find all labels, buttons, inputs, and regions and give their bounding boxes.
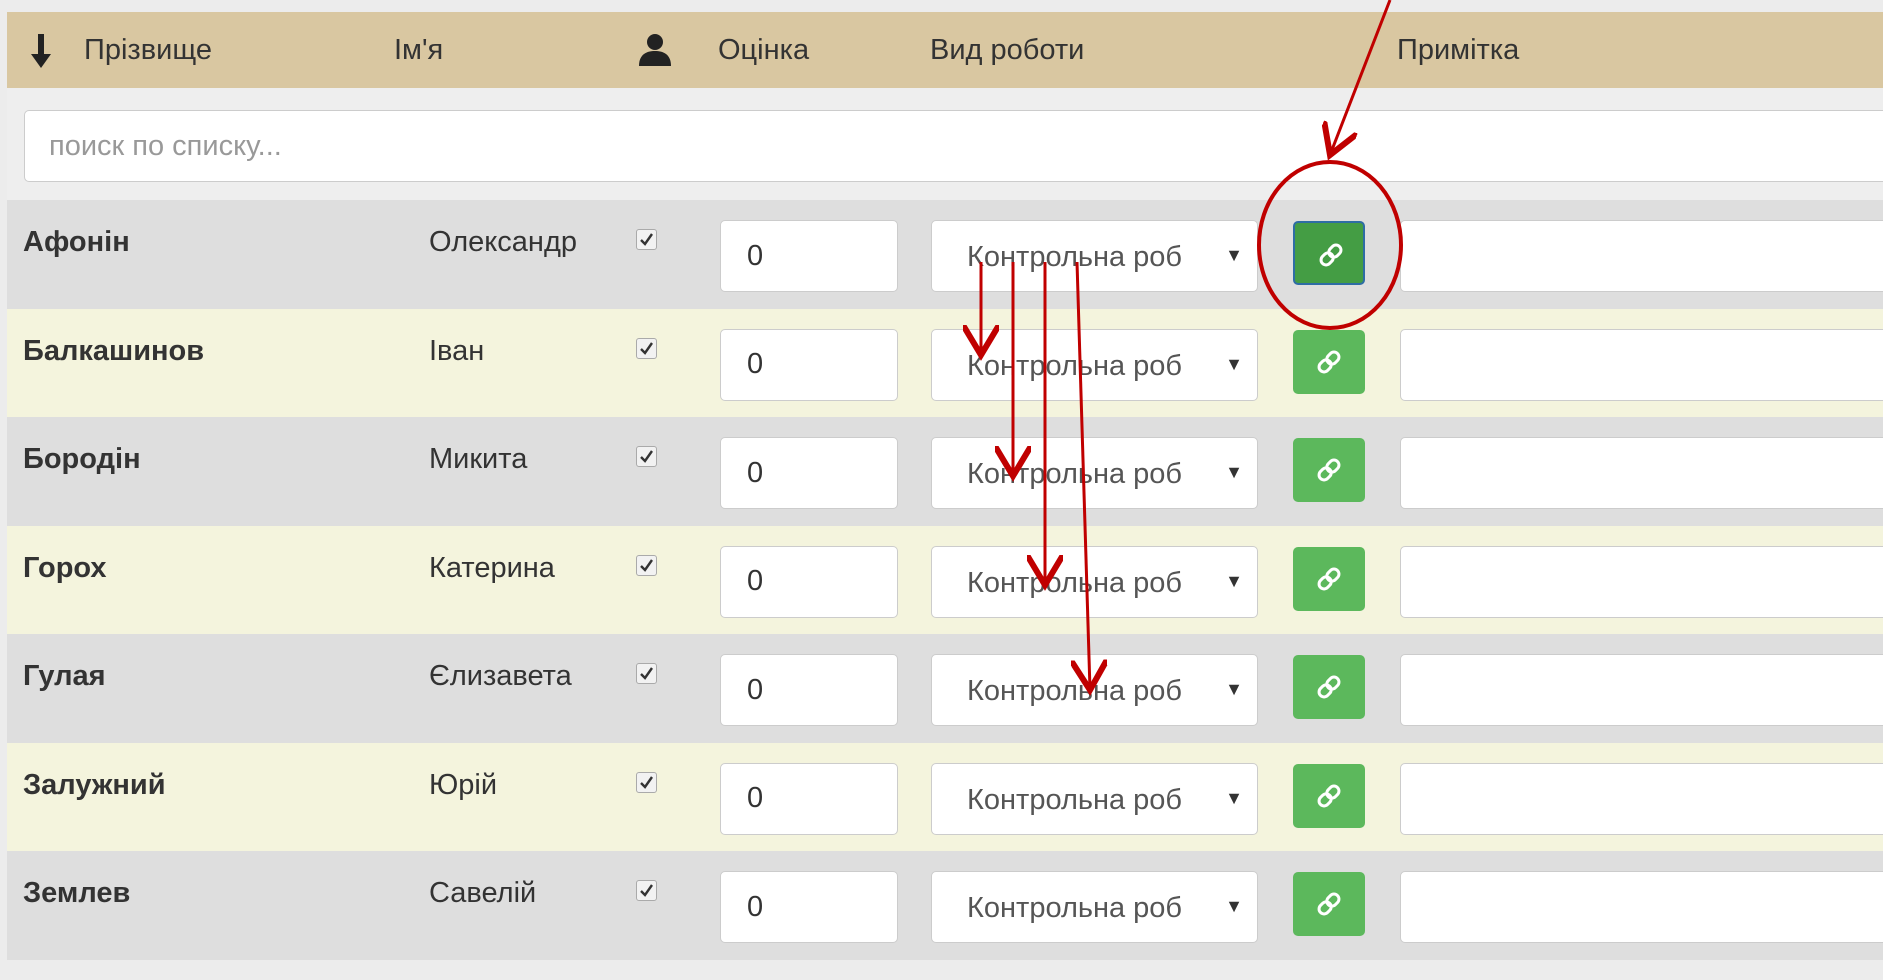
link-button[interactable] (1293, 546, 1365, 611)
first-name-cell: Савелій (429, 877, 537, 909)
first-name-cell: Іван (429, 334, 485, 367)
caret-down-icon: ▼ (1225, 896, 1243, 916)
table-row: Гулая Єлизавета Контрольна роб ▼ (7, 634, 1883, 743)
grade-input[interactable] (720, 545, 898, 618)
presence-checkbox[interactable] (636, 663, 657, 684)
table-row: Балкашинов Іван Контрольна роб ▼ (7, 308, 1883, 417)
link-button[interactable] (1293, 872, 1365, 936)
presence-checkbox[interactable] (636, 554, 657, 576)
grade-input[interactable] (720, 220, 898, 292)
note-input[interactable] (1400, 437, 1883, 509)
table-row: Горох Катерина Контрольна роб ▼ (7, 525, 1883, 634)
first-name-cell: Микита (429, 443, 528, 475)
note-input[interactable] (1400, 654, 1883, 726)
work-type-select[interactable]: Контрольна роб ▼ (931, 220, 1258, 292)
caret-down-icon: ▼ (1225, 462, 1243, 482)
checkmark-icon (640, 450, 653, 463)
header-first-name[interactable]: Ім'я (394, 34, 443, 67)
search-bar (7, 88, 1883, 200)
surname-cell: Землев (23, 877, 131, 909)
grade-input[interactable] (720, 654, 898, 726)
presence-checkbox[interactable] (636, 446, 657, 467)
caret-down-icon: ▼ (1225, 570, 1243, 591)
table-row: Бородін Микита Контрольна роб ▼ (7, 417, 1883, 526)
work-type-select[interactable]: Контрольна роб ▼ (931, 654, 1258, 726)
header-grade[interactable]: Оцінка (718, 34, 809, 67)
presence-checkbox[interactable] (636, 880, 657, 901)
caret-down-icon: ▼ (1225, 787, 1243, 808)
link-icon (1317, 675, 1341, 699)
link-button[interactable] (1293, 329, 1365, 394)
table-row: Залужний Юрій Контрольна роб ▼ (7, 742, 1883, 851)
grade-input[interactable] (720, 437, 898, 509)
first-name-cell: Єлизавета (429, 660, 572, 692)
link-button[interactable] (1293, 221, 1365, 285)
link-icon (1317, 892, 1341, 916)
arrow-down-icon[interactable] (29, 32, 53, 72)
table-row: Землев Савелій Контрольна роб ▼ (7, 851, 1883, 960)
checkmark-icon (640, 341, 653, 355)
checkmark-icon (640, 775, 653, 789)
search-input[interactable] (24, 110, 1883, 182)
presence-checkbox[interactable] (636, 337, 657, 359)
presence-checkbox[interactable] (636, 229, 657, 250)
note-input[interactable] (1400, 871, 1883, 943)
note-input[interactable] (1400, 220, 1883, 292)
checkmark-icon (640, 233, 653, 246)
link-icon (1317, 784, 1341, 807)
first-name-cell: Олександр (429, 226, 577, 258)
link-button[interactable] (1293, 438, 1365, 502)
first-name-cell: Катерина (429, 551, 555, 584)
work-type-select[interactable]: Контрольна роб ▼ (931, 437, 1258, 509)
header-note[interactable]: Примітка (1397, 34, 1519, 67)
work-type-value: Контрольна роб (967, 566, 1183, 599)
grade-input[interactable] (720, 762, 898, 835)
user-icon[interactable] (637, 32, 673, 68)
surname-cell: Бородін (23, 443, 141, 475)
link-icon (1317, 567, 1341, 590)
checkmark-icon (640, 667, 653, 680)
link-button[interactable] (1293, 655, 1365, 719)
work-type-value: Контрольна роб (967, 241, 1183, 273)
header-work-type[interactable]: Вид роботи (930, 34, 1084, 67)
caret-down-icon: ▼ (1225, 245, 1243, 265)
link-icon (1317, 458, 1341, 482)
work-type-value: Контрольна роб (967, 458, 1183, 490)
link-icon (1317, 350, 1341, 373)
top-strip (0, 0, 1883, 12)
work-type-value: Контрольна роб (967, 783, 1183, 816)
surname-cell: Горох (23, 551, 107, 584)
caret-down-icon: ▼ (1225, 353, 1243, 374)
note-input[interactable] (1400, 762, 1883, 835)
checkmark-icon (640, 884, 653, 897)
work-type-select[interactable]: Контрольна роб ▼ (931, 328, 1258, 401)
header-surname[interactable]: Прізвище (84, 34, 212, 67)
surname-cell: Гулая (23, 660, 106, 692)
grade-input[interactable] (720, 871, 898, 943)
student-list: Афонін Олександр Контрольна роб ▼ Балкаш… (7, 200, 1883, 960)
caret-down-icon: ▼ (1225, 679, 1243, 699)
work-type-value: Контрольна роб (967, 892, 1183, 924)
work-type-select[interactable]: Контрольна роб ▼ (931, 762, 1258, 835)
first-name-cell: Юрій (429, 768, 498, 801)
work-type-value: Контрольна роб (967, 675, 1183, 707)
grade-input[interactable] (720, 328, 898, 401)
note-input[interactable] (1400, 328, 1883, 401)
surname-cell: Балкашинов (23, 334, 205, 367)
surname-cell: Афонін (23, 226, 130, 258)
presence-checkbox[interactable] (636, 771, 657, 793)
link-button[interactable] (1293, 763, 1365, 828)
table-header: Прізвище Ім'я Оцінка Вид роботи Примітка (7, 12, 1883, 88)
work-type-select[interactable]: Контрольна роб ▼ (931, 871, 1258, 943)
checkmark-icon (640, 558, 653, 572)
note-input[interactable] (1400, 545, 1883, 618)
surname-cell: Залужний (23, 768, 166, 801)
table-row: Афонін Олександр Контрольна роб ▼ (7, 200, 1883, 309)
work-type-select[interactable]: Контрольна роб ▼ (931, 545, 1258, 618)
work-type-value: Контрольна роб (967, 349, 1183, 382)
link-icon (1319, 243, 1343, 267)
